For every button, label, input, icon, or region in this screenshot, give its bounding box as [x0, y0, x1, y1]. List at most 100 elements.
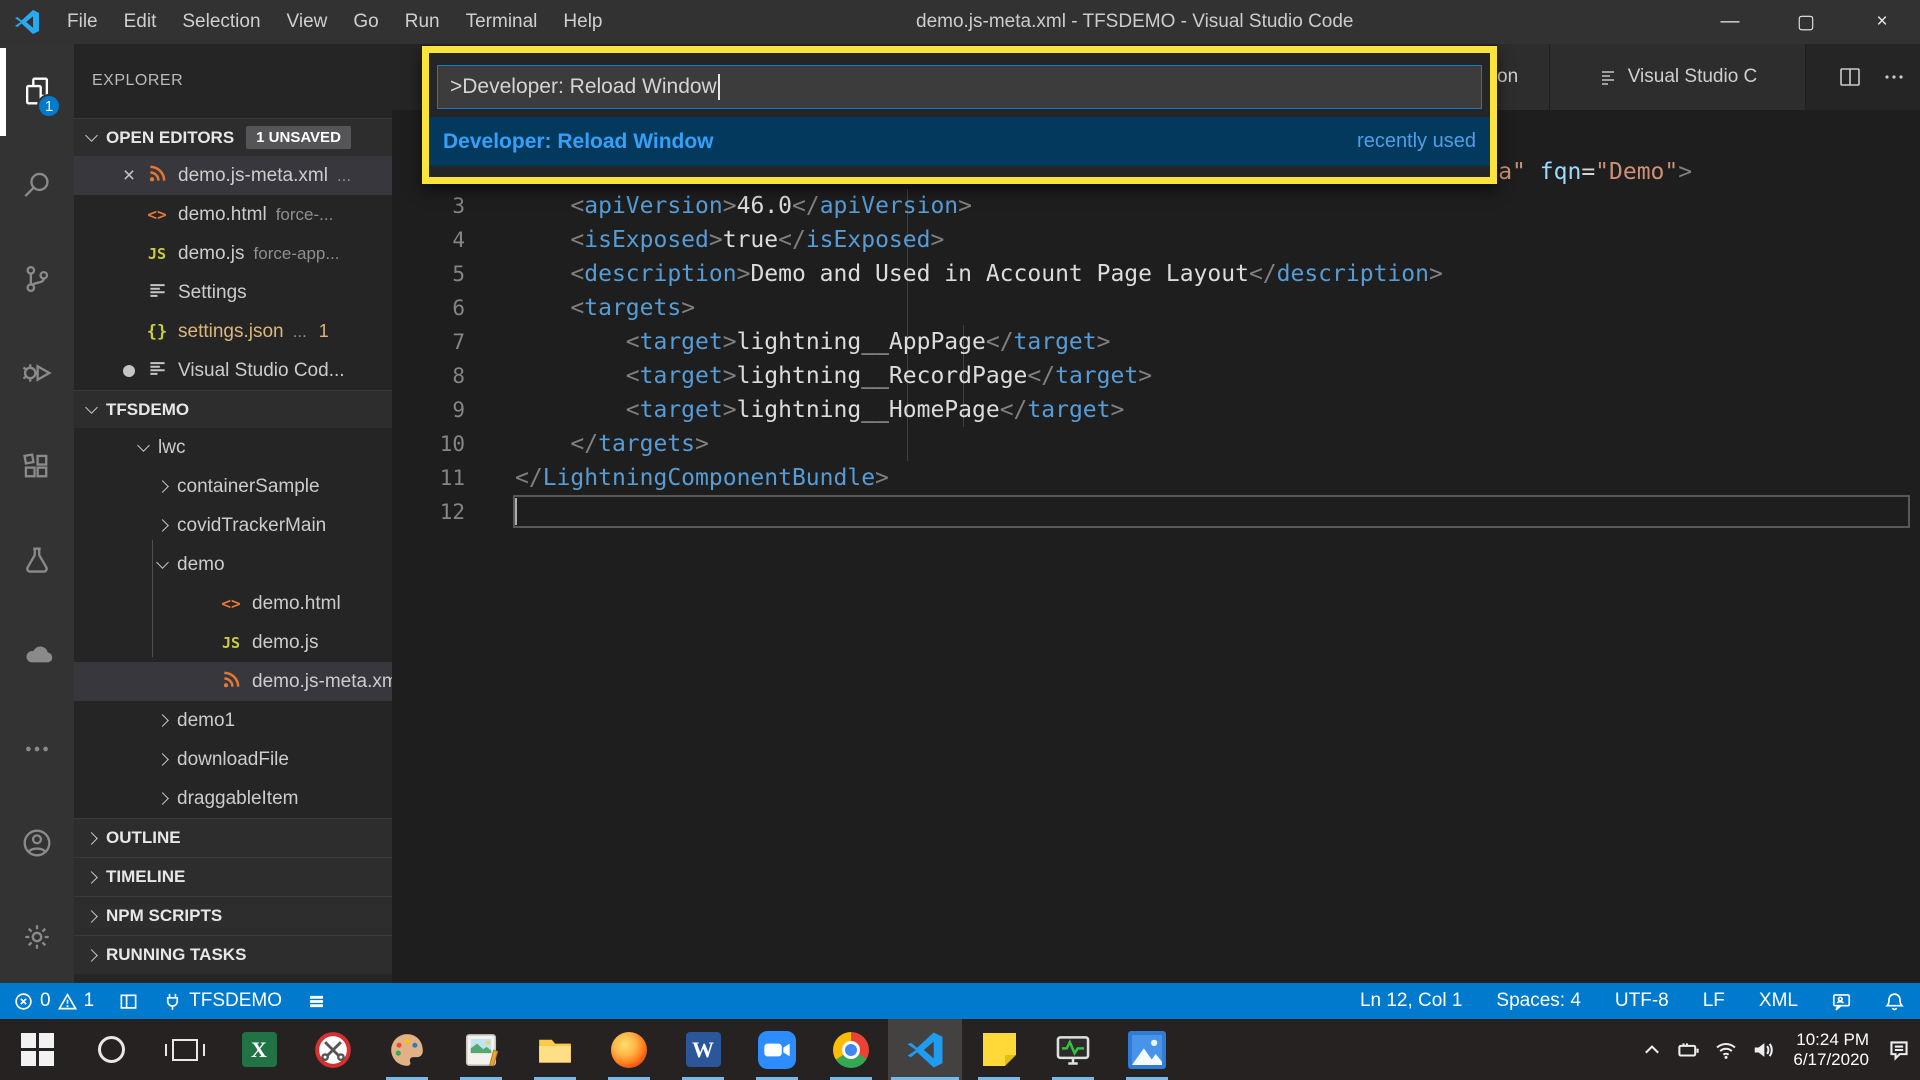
menu-file[interactable]: File	[54, 0, 111, 44]
open-editor-demo-html[interactable]: <>demo.htmlforce-...	[74, 195, 392, 234]
tree-item-demo-html[interactable]: <>demo.html	[74, 584, 392, 623]
open-editor-visual-studio-cod[interactable]: Visual Studio Cod...	[74, 351, 392, 390]
tree-item-label: covidTrackerMain	[177, 515, 326, 537]
file-label: Visual Studio Cod...	[178, 360, 345, 382]
code-area[interactable]: 2<LightningComponentBundle xmlns="http:/…	[392, 155, 1920, 529]
taskbar-task-manager-icon[interactable]	[1036, 1019, 1110, 1080]
section-timeline[interactable]: TIMELINE	[74, 857, 392, 896]
menu-edit[interactable]: Edit	[111, 0, 170, 44]
code-line-12[interactable]: 12	[392, 495, 1920, 529]
more-actions-icon[interactable]	[1882, 65, 1906, 89]
menu-view[interactable]: View	[274, 0, 341, 44]
menu-selection[interactable]: Selection	[169, 0, 273, 44]
section-npm-scripts[interactable]: NPM SCRIPTS	[74, 896, 392, 935]
tray-expand-icon[interactable]	[1641, 1039, 1663, 1061]
feedback-icon[interactable]	[1832, 992, 1851, 1011]
editor-layout-button[interactable]	[119, 992, 138, 1011]
settings-list-icon	[1598, 67, 1618, 87]
tree-item-covidtrackermain[interactable]: covidTrackerMain	[74, 506, 392, 545]
problems-indicator[interactable]: 0 1	[14, 990, 94, 1012]
split-editor-icon[interactable]	[1838, 65, 1862, 89]
encoding-setting[interactable]: UTF-8	[1615, 990, 1669, 1012]
action-center-icon[interactable]	[1888, 1039, 1910, 1061]
command-input[interactable]: >Developer: Reload Window	[437, 65, 1482, 109]
taskbar-image-editor-icon[interactable]	[444, 1019, 518, 1080]
taskbar-snipping-tool-icon[interactable]	[296, 1019, 370, 1080]
taskbar-chrome-icon[interactable]	[814, 1019, 888, 1080]
tree-item-demo1[interactable]: demo1	[74, 701, 392, 740]
taskbar-clock[interactable]: 10:24 PM 6/17/2020	[1793, 1030, 1869, 1070]
taskbar-start-button[interactable]	[0, 1019, 74, 1080]
tree-item-demo-js-meta-xml[interactable]: demo.js-meta.xml	[74, 662, 392, 701]
activity-testing-icon[interactable]	[0, 514, 74, 608]
taskbar-photos-icon[interactable]	[1110, 1019, 1184, 1080]
minimize-button[interactable]: —	[1692, 0, 1768, 44]
code-line-4[interactable]: 4 <isExposed>true</isExposed>	[392, 223, 1920, 257]
indentation-setting[interactable]: Spaces: 4	[1496, 990, 1581, 1012]
activity-explorer-icon[interactable]: 1	[0, 44, 74, 138]
maximize-button[interactable]: ▢	[1768, 0, 1844, 44]
open-editor-demo-js-meta-xml[interactable]: ×demo.js-meta.xml...	[74, 156, 392, 195]
activity-run-debug-icon[interactable]	[0, 326, 74, 420]
battery-icon[interactable]	[1678, 1039, 1700, 1061]
notifications-bell-icon[interactable]	[1885, 992, 1904, 1011]
taskbar-word-icon[interactable]: W	[666, 1019, 740, 1080]
code-line-5[interactable]: 5 <description>Demo and Used in Account …	[392, 257, 1920, 291]
cursor-position[interactable]: Ln 12, Col 1	[1360, 990, 1462, 1012]
section-outline[interactable]: OUTLINE	[74, 818, 392, 857]
activity-more-views-icon[interactable]	[0, 702, 74, 796]
open-editor-demo-js[interactable]: JSdemo.jsforce-app...	[74, 234, 392, 273]
activity-account-icon[interactable]	[0, 796, 74, 890]
task-list-button[interactable]	[307, 992, 326, 1011]
code-line-10[interactable]: 10 </targets>	[392, 427, 1920, 461]
activity-settings-gear-icon[interactable]	[0, 890, 74, 984]
tree-item-downloadfile[interactable]: downloadFile	[74, 740, 392, 779]
taskbar-excel-icon[interactable]: X	[222, 1019, 296, 1080]
editor-group[interactable]: on Visual Studio C 2<LightningComponentB…	[392, 44, 1920, 983]
xml-file-icon	[144, 162, 178, 190]
code-line-11[interactable]: 11</LightningComponentBundle>	[392, 461, 1920, 495]
close-editor-icon[interactable]: ×	[123, 164, 135, 188]
code-line-7[interactable]: 7 <target>lightning__AppPage</target>	[392, 325, 1920, 359]
code-line-9[interactable]: 9 <target>lightning__HomePage</target>	[392, 393, 1920, 427]
code-line-8[interactable]: 8 <target>lightning__RecordPage</target>	[392, 359, 1920, 393]
workspace-header[interactable]: TFSDEMO	[74, 390, 392, 428]
unsaved-dot-icon[interactable]	[123, 365, 135, 377]
command-result-item[interactable]: Developer: Reload Window recently used	[429, 117, 1490, 166]
tree-item-containersample[interactable]: containerSample	[74, 467, 392, 506]
wifi-icon[interactable]	[1715, 1039, 1737, 1061]
menu-run[interactable]: Run	[392, 0, 453, 44]
taskbar-firefox-icon[interactable]	[592, 1019, 666, 1080]
tab-visual-studio-settings[interactable]: Visual Studio C	[1550, 44, 1806, 110]
open-editors-header[interactable]: OPEN EDITORS 1 UNSAVED	[74, 118, 392, 156]
activity-extensions-icon[interactable]	[0, 420, 74, 514]
activity-salesforce-cloud-icon[interactable]	[0, 608, 74, 702]
tree-item-demo-js[interactable]: JSdemo.js	[74, 623, 392, 662]
language-mode[interactable]: XML	[1759, 990, 1798, 1012]
code-line-3[interactable]: 3 <apiVersion>46.0</apiVersion>	[392, 189, 1920, 223]
default-org-button[interactable]: TFSDEMO	[163, 990, 282, 1012]
taskbar-sticky-notes-icon[interactable]	[962, 1019, 1036, 1080]
taskbar-cortana-icon[interactable]	[74, 1019, 148, 1080]
taskbar-file-explorer-icon[interactable]	[518, 1019, 592, 1080]
tree-item-demo[interactable]: demo	[74, 545, 392, 584]
volume-icon[interactable]	[1752, 1039, 1774, 1061]
open-editor-settings-json[interactable]: {}settings.json...1	[74, 312, 392, 351]
tree-item-lwc[interactable]: lwc	[74, 428, 392, 467]
taskbar-zoom-icon[interactable]	[740, 1019, 814, 1080]
activity-search-icon[interactable]	[0, 138, 74, 232]
activity-source-control-icon[interactable]	[0, 232, 74, 326]
taskbar-vscode-icon[interactable]	[888, 1019, 962, 1080]
tab-overflow-fragment[interactable]: on	[1497, 44, 1550, 110]
eol-setting[interactable]: LF	[1703, 990, 1725, 1012]
menu-help[interactable]: Help	[550, 0, 615, 44]
code-line-6[interactable]: 6 <targets>	[392, 291, 1920, 325]
open-editor-settings[interactable]: Settings	[74, 273, 392, 312]
section-running-tasks[interactable]: RUNNING TASKS	[74, 935, 392, 974]
taskbar-paint-icon[interactable]	[370, 1019, 444, 1080]
taskbar-task-view-icon[interactable]	[148, 1019, 222, 1080]
close-button[interactable]: ×	[1844, 0, 1920, 44]
tree-item-draggableitem[interactable]: draggableItem	[74, 779, 392, 818]
menu-go[interactable]: Go	[340, 0, 391, 44]
menu-terminal[interactable]: Terminal	[453, 0, 551, 44]
